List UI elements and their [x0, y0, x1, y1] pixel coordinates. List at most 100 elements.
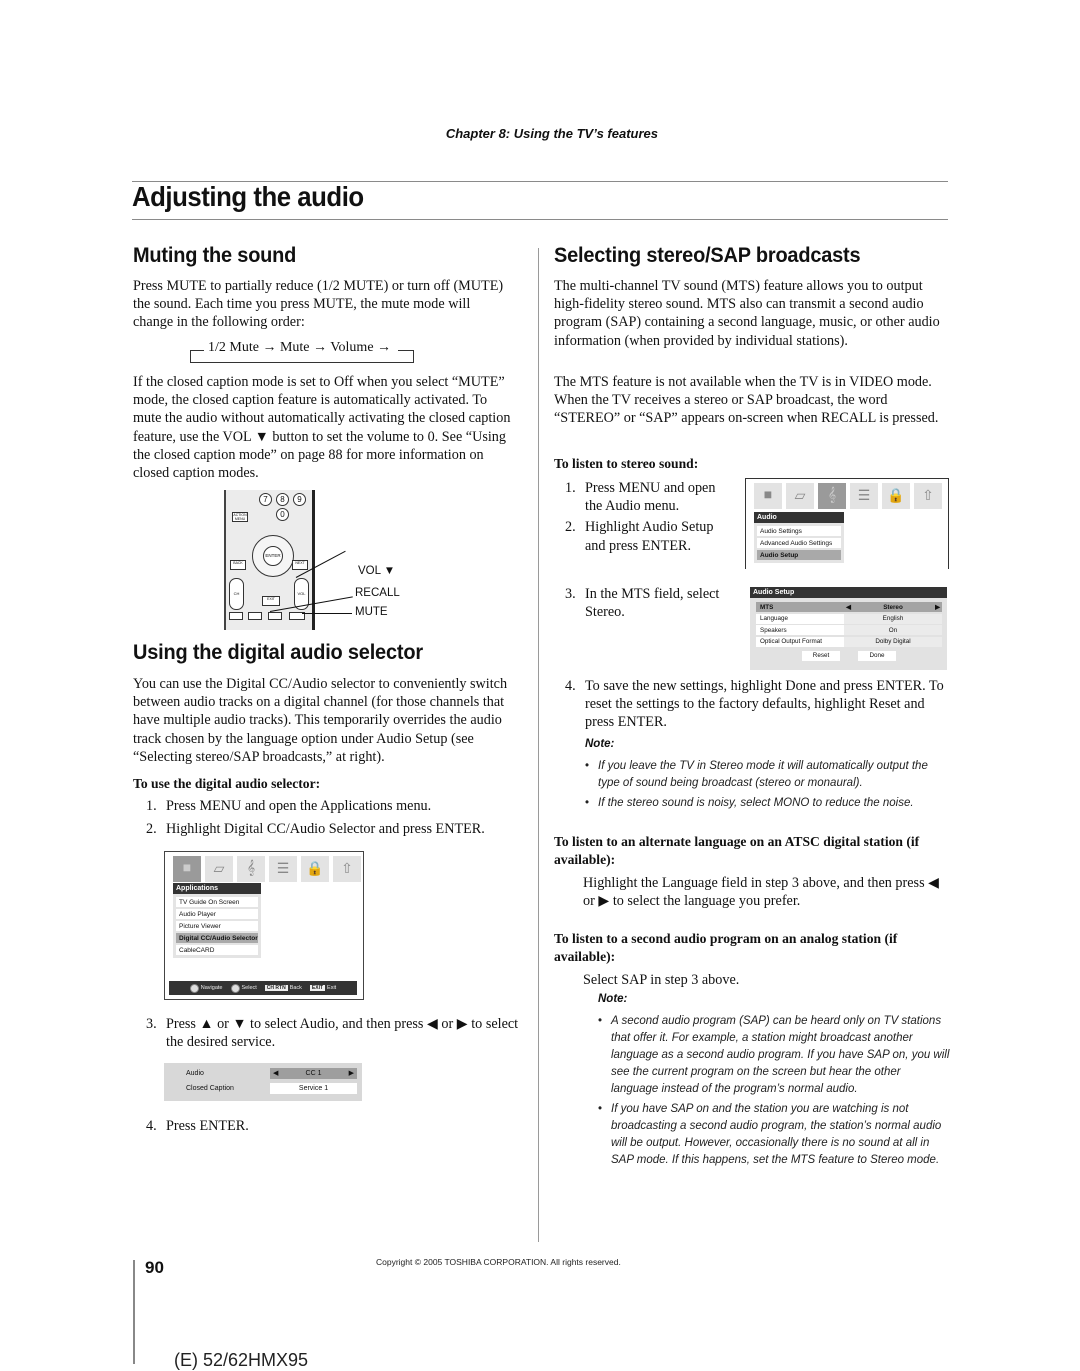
muting-body: If the closed caption mode is set to Off… — [133, 374, 511, 482]
atsc-heading: To listen to an alternate language on an… — [554, 834, 920, 867]
nav-hint: Navigate — [189, 983, 223, 993]
callout-recall: RECALL — [355, 587, 400, 599]
applications-icon[interactable]: ■ — [754, 483, 782, 509]
note-label-1: Note: — [585, 738, 615, 750]
setup-row-speakers[interactable]: Speakers On — [756, 625, 942, 635]
digital-selector-subheading: To use the digital audio selector: — [133, 776, 321, 791]
stereo-steps-1-2: 1. Press MENU and open the Audio menu. 2.… — [565, 479, 733, 555]
cycle-line — [190, 362, 414, 363]
lock-icon[interactable]: 🔒 — [882, 483, 910, 509]
menu-title: Applications — [173, 883, 261, 894]
setup-row-optical-output[interactable]: Optical Output Format Dolby Digital — [756, 636, 942, 647]
step-item: 3. Press ▲ or ▼ to select Audio, and then… — [146, 1016, 519, 1051]
cycle-line — [190, 350, 204, 351]
mute-cycle-text: 1/2 Mute → Mute → Volume → — [208, 340, 392, 355]
stereo-sap-p1: The multi-channel TV sound (MTS) feature… — [554, 278, 940, 349]
settings-icon[interactable]: ☰ — [269, 856, 297, 882]
setup-icon[interactable]: ⇧ — [914, 483, 942, 509]
remote-key-8: 8 — [276, 493, 289, 506]
menu-item-audio-setup[interactable]: Audio Setup — [757, 550, 841, 560]
done-button[interactable]: Done — [858, 650, 896, 661]
remote-key-next: NEXT — [292, 560, 308, 570]
selector-value-closed-caption[interactable]: Service 1 — [270, 1083, 357, 1094]
column-divider — [538, 248, 539, 1242]
menu-panel: Audio Settings Advanced Audio Settings A… — [754, 523, 844, 563]
selector-value-audio[interactable]: ◀ CC 1 ▶ — [270, 1068, 357, 1079]
menu-item-tv-guide[interactable]: TV Guide On Screen — [176, 897, 258, 907]
step-item: 1. Press MENU and open the Audio menu. — [565, 480, 716, 515]
picture-icon[interactable]: ▱ — [786, 483, 814, 509]
analog-text: Select SAP in step 3 above. — [583, 972, 740, 988]
mute-cycle-diagram: 1/2 Mute → Mute → Volume → — [190, 340, 430, 363]
cycle-line — [413, 350, 414, 363]
applications-icon[interactable]: ■ — [173, 856, 201, 882]
remote-key-action: ACTION MENU — [232, 512, 248, 522]
settings-icon[interactable]: ☰ — [850, 483, 878, 509]
select-icon — [230, 983, 240, 993]
remote-key-ch: CH — [229, 578, 244, 610]
setup-icon[interactable]: ⇧ — [333, 856, 361, 882]
menu-panel: TV Guide On Screen Audio Player Picture … — [173, 894, 261, 958]
setup-row-mts[interactable]: MTS ◀ Stereo ▶ — [756, 602, 942, 612]
menu-item-advanced-audio-settings[interactable]: Advanced Audio Settings — [757, 538, 841, 548]
menu-item-audio-player[interactable]: Audio Player — [176, 909, 258, 919]
picture-icon[interactable]: ▱ — [205, 856, 233, 882]
arrow-right-icon[interactable]: ▶ — [935, 604, 940, 611]
model-number: (E) 52/62HMX95 — [174, 1350, 309, 1370]
applications-menu-screenshot: ■ ▱ 𝄞 ☰ 🔒 ⇧ Applications TV Guide On Scr… — [164, 851, 364, 1000]
callout-line-mute — [302, 613, 352, 614]
step-item: 2. Highlight Digital CC/Audio Selector an… — [146, 821, 485, 838]
digital-selector-step-3: 3. Press ▲ or ▼ to select Audio, and then… — [146, 1015, 526, 1051]
arrow-left-icon[interactable]: ◀ — [273, 1068, 278, 1079]
menu-item-audio-settings[interactable]: Audio Settings — [757, 526, 841, 536]
stereo-step-4: 4. To save the new settings, highlight Do… — [565, 677, 950, 732]
menu-item-picture-viewer[interactable]: Picture Viewer — [176, 921, 258, 931]
callout-mute: MUTE — [355, 606, 388, 618]
note-item: • If you have SAP on and the station you … — [598, 1103, 942, 1166]
heading-muting: Muting the sound — [133, 244, 297, 267]
reset-button[interactable]: Reset — [802, 650, 840, 661]
digital-selector-step-4: 4. Press ENTER. — [146, 1117, 526, 1135]
step-item: 2. Highlight Audio Setup and press ENTER. — [565, 519, 714, 554]
stereo-subheading: To listen to stereo sound: — [554, 456, 699, 471]
selector-label-closed-caption: Closed Caption — [186, 1085, 234, 1092]
muting-intro: Press MUTE to partially reduce (1/2 MUTE… — [133, 278, 504, 331]
nav-hint: EXIT Exit — [309, 985, 337, 991]
menu-icon-bar: ■ ▱ 𝄞 ☰ 🔒 ⇧ — [173, 856, 361, 882]
audio-icon[interactable]: 𝄞 — [818, 483, 846, 509]
arrow-left-icon[interactable]: ◀ — [846, 604, 851, 611]
step-item: 1. Press MENU and open the Applications m… — [146, 798, 432, 814]
menu-icon-bar: ■ ▱ 𝄞 ☰ 🔒 ⇧ — [754, 483, 942, 509]
audio-setup-screenshot: Audio Setup MTS ◀ Stereo ▶ Language Engl… — [750, 587, 947, 670]
step-item: 3. In the MTS field, select Stereo. — [565, 586, 720, 621]
menu-nav-bar: Navigate Select CH RTN Back EXIT Exit — [169, 981, 357, 995]
cc-audio-selector-panel: Audio ◀ CC 1 ▶ Closed Caption Service 1 — [164, 1063, 362, 1101]
callout-vol-down: VOL ▼ — [358, 565, 396, 577]
note-list-2: • A second audio program (SAP) can be hea… — [598, 1013, 950, 1172]
remote-key-back: BACK — [230, 560, 246, 570]
remote-key-exit: EXIT — [262, 596, 280, 606]
audio-setup-title: Audio Setup — [750, 587, 947, 598]
setup-row-language[interactable]: Language English — [756, 613, 942, 624]
note-item: • A second audio program (SAP) can be hea… — [598, 1015, 950, 1095]
remote-key-0: 0 — [276, 508, 289, 521]
copyright: Copyright © 2005 TOSHIBA CORPORATION. Al… — [376, 1257, 621, 1267]
step-item: 4. Press ENTER. — [146, 1118, 249, 1134]
nav-hint: Select — [230, 983, 257, 993]
arrow-right-icon[interactable]: ▶ — [349, 1068, 354, 1079]
page-title: Adjusting the audio — [132, 181, 364, 212]
lock-icon[interactable]: 🔒 — [301, 856, 329, 882]
stereo-sap-p2: The MTS feature is not available when th… — [554, 374, 939, 427]
note-list-1: • If you leave the TV in Stereo mode it w… — [585, 758, 950, 815]
menu-item-cablecard[interactable]: CableCARD — [176, 945, 258, 955]
cycle-line — [398, 350, 414, 351]
menu-item-digital-cc-audio-selector[interactable]: Digital CC/Audio Selector — [176, 933, 258, 943]
remote-key-9: 9 — [293, 493, 306, 506]
digital-selector-steps-1-2: 1. Press MENU and open the Applications m… — [146, 797, 526, 838]
remote-key-recall — [268, 612, 282, 620]
audio-menu-screenshot: ■ ▱ 𝄞 ☰ 🔒 ⇧ Audio Audio Settings Advance… — [745, 478, 949, 569]
audio-icon[interactable]: 𝄞 — [237, 856, 265, 882]
atsc-text: Highlight the Language field in step 3 a… — [583, 875, 940, 910]
heading-digital-selector: Using the digital audio selector — [133, 641, 423, 664]
note-item: • If you leave the TV in Stereo mode it w… — [585, 760, 928, 789]
